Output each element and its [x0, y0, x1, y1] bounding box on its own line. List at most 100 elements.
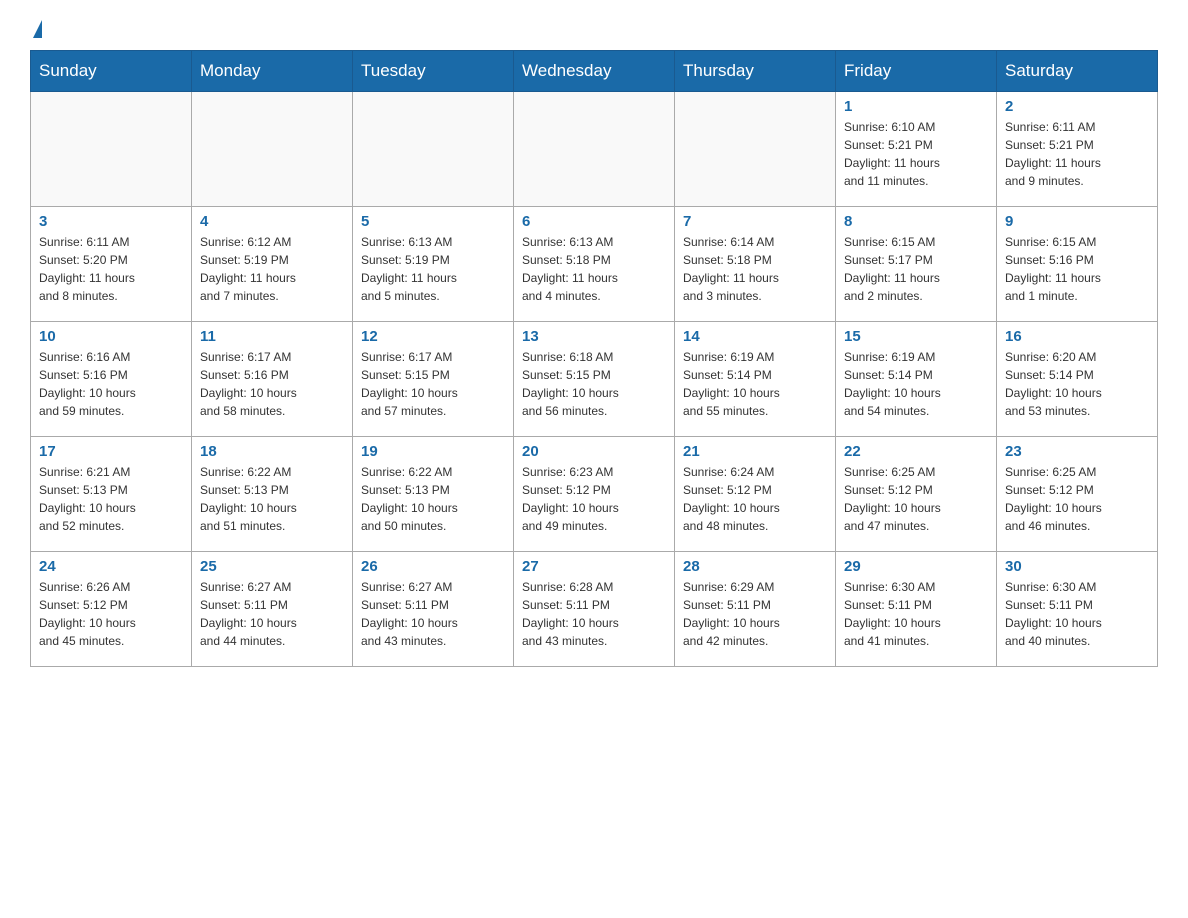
day-cell: 11 Sunrise: 6:17 AM Sunset: 5:16 PM Dayli… [192, 322, 353, 437]
day-number: 8 [844, 213, 988, 230]
day-cell: 6 Sunrise: 6:13 AM Sunset: 5:18 PM Daylig… [514, 207, 675, 322]
day-number: 19 [361, 443, 505, 460]
col-header-friday: Friday [836, 51, 997, 92]
day-cell: 24 Sunrise: 6:26 AM Sunset: 5:12 PM Dayli… [31, 552, 192, 667]
col-header-thursday: Thursday [675, 51, 836, 92]
day-info: Sunrise: 6:27 AM Sunset: 5:11 PM Dayligh… [361, 578, 505, 650]
day-number: 13 [522, 328, 666, 345]
day-cell: 14 Sunrise: 6:19 AM Sunset: 5:14 PM Dayli… [675, 322, 836, 437]
day-info: Sunrise: 6:18 AM Sunset: 5:15 PM Dayligh… [522, 348, 666, 420]
day-info: Sunrise: 6:17 AM Sunset: 5:16 PM Dayligh… [200, 348, 344, 420]
calendar-header-row: SundayMondayTuesdayWednesdayThursdayFrid… [31, 51, 1158, 92]
day-cell: 21 Sunrise: 6:24 AM Sunset: 5:12 PM Dayli… [675, 437, 836, 552]
day-cell: 30Sunrise: 6:30 AM Sunset: 5:11 PM Dayli… [997, 552, 1158, 667]
day-number: 1 [844, 98, 988, 115]
logo-triangle-icon [33, 20, 42, 38]
day-info: Sunrise: 6:28 AM Sunset: 5:11 PM Dayligh… [522, 578, 666, 650]
day-cell: 10 Sunrise: 6:16 AM Sunset: 5:16 PM Dayli… [31, 322, 192, 437]
day-info: Sunrise: 6:21 AM Sunset: 5:13 PM Dayligh… [39, 463, 183, 535]
day-cell: 2Sunrise: 6:11 AM Sunset: 5:21 PM Daylig… [997, 92, 1158, 207]
day-info: Sunrise: 6:25 AM Sunset: 5:12 PM Dayligh… [844, 463, 988, 535]
day-cell: 15Sunrise: 6:19 AM Sunset: 5:14 PM Dayli… [836, 322, 997, 437]
day-number: 20 [522, 443, 666, 460]
day-number: 11 [200, 328, 344, 345]
calendar-table: SundayMondayTuesdayWednesdayThursdayFrid… [30, 50, 1158, 667]
day-info: Sunrise: 6:25 AM Sunset: 5:12 PM Dayligh… [1005, 463, 1149, 535]
day-info: Sunrise: 6:23 AM Sunset: 5:12 PM Dayligh… [522, 463, 666, 535]
col-header-sunday: Sunday [31, 51, 192, 92]
day-cell [192, 92, 353, 207]
day-info: Sunrise: 6:22 AM Sunset: 5:13 PM Dayligh… [200, 463, 344, 535]
day-cell [31, 92, 192, 207]
day-number: 17 [39, 443, 183, 460]
day-number: 14 [683, 328, 827, 345]
week-row-2: 3Sunrise: 6:11 AM Sunset: 5:20 PM Daylig… [31, 207, 1158, 322]
day-info: Sunrise: 6:26 AM Sunset: 5:12 PM Dayligh… [39, 578, 183, 650]
day-number: 4 [200, 213, 344, 230]
day-info: Sunrise: 6:10 AM Sunset: 5:21 PM Dayligh… [844, 118, 988, 190]
day-cell: 22 Sunrise: 6:25 AM Sunset: 5:12 PM Dayli… [836, 437, 997, 552]
day-number: 26 [361, 558, 505, 575]
day-cell: 13 Sunrise: 6:18 AM Sunset: 5:15 PM Dayli… [514, 322, 675, 437]
day-cell: 7Sunrise: 6:14 AM Sunset: 5:18 PM Daylig… [675, 207, 836, 322]
day-number: 24 [39, 558, 183, 575]
day-cell [353, 92, 514, 207]
day-number: 28 [683, 558, 827, 575]
day-number: 30 [1005, 558, 1149, 575]
day-info: Sunrise: 6:13 AM Sunset: 5:18 PM Dayligh… [522, 233, 666, 305]
day-cell: 1 Sunrise: 6:10 AM Sunset: 5:21 PM Daylig… [836, 92, 997, 207]
day-cell: 12 Sunrise: 6:17 AM Sunset: 5:15 PM Dayli… [353, 322, 514, 437]
day-cell: 28 Sunrise: 6:29 AM Sunset: 5:11 PM Dayli… [675, 552, 836, 667]
day-number: 29 [844, 558, 988, 575]
day-info: Sunrise: 6:17 AM Sunset: 5:15 PM Dayligh… [361, 348, 505, 420]
day-info: Sunrise: 6:15 AM Sunset: 5:17 PM Dayligh… [844, 233, 988, 305]
day-info: Sunrise: 6:12 AM Sunset: 5:19 PM Dayligh… [200, 233, 344, 305]
day-cell: 26 Sunrise: 6:27 AM Sunset: 5:11 PM Dayli… [353, 552, 514, 667]
day-number: 2 [1005, 98, 1149, 115]
day-number: 25 [200, 558, 344, 575]
day-info: Sunrise: 6:24 AM Sunset: 5:12 PM Dayligh… [683, 463, 827, 535]
day-number: 23 [1005, 443, 1149, 460]
day-cell: 25 Sunrise: 6:27 AM Sunset: 5:11 PM Dayli… [192, 552, 353, 667]
day-number: 27 [522, 558, 666, 575]
day-number: 15 [844, 328, 988, 345]
week-row-1: 1 Sunrise: 6:10 AM Sunset: 5:21 PM Daylig… [31, 92, 1158, 207]
col-header-monday: Monday [192, 51, 353, 92]
day-info: Sunrise: 6:20 AM Sunset: 5:14 PM Dayligh… [1005, 348, 1149, 420]
day-cell: 17 Sunrise: 6:21 AM Sunset: 5:13 PM Dayli… [31, 437, 192, 552]
day-cell: 19Sunrise: 6:22 AM Sunset: 5:13 PM Dayli… [353, 437, 514, 552]
day-info: Sunrise: 6:30 AM Sunset: 5:11 PM Dayligh… [844, 578, 988, 650]
day-cell: 16 Sunrise: 6:20 AM Sunset: 5:14 PM Dayli… [997, 322, 1158, 437]
day-cell: 9Sunrise: 6:15 AM Sunset: 5:16 PM Daylig… [997, 207, 1158, 322]
week-row-4: 17 Sunrise: 6:21 AM Sunset: 5:13 PM Dayli… [31, 437, 1158, 552]
logo [30, 20, 43, 34]
day-number: 5 [361, 213, 505, 230]
day-number: 12 [361, 328, 505, 345]
day-number: 6 [522, 213, 666, 230]
day-number: 22 [844, 443, 988, 460]
day-cell: 5 Sunrise: 6:13 AM Sunset: 5:19 PM Daylig… [353, 207, 514, 322]
day-info: Sunrise: 6:19 AM Sunset: 5:14 PM Dayligh… [683, 348, 827, 420]
page-header [30, 20, 1158, 34]
day-info: Sunrise: 6:29 AM Sunset: 5:11 PM Dayligh… [683, 578, 827, 650]
week-row-3: 10 Sunrise: 6:16 AM Sunset: 5:16 PM Dayli… [31, 322, 1158, 437]
day-cell: 3Sunrise: 6:11 AM Sunset: 5:20 PM Daylig… [31, 207, 192, 322]
week-row-5: 24 Sunrise: 6:26 AM Sunset: 5:12 PM Dayli… [31, 552, 1158, 667]
day-number: 18 [200, 443, 344, 460]
day-cell: 8 Sunrise: 6:15 AM Sunset: 5:17 PM Daylig… [836, 207, 997, 322]
day-number: 16 [1005, 328, 1149, 345]
day-info: Sunrise: 6:14 AM Sunset: 5:18 PM Dayligh… [683, 233, 827, 305]
day-number: 3 [39, 213, 183, 230]
day-info: Sunrise: 6:16 AM Sunset: 5:16 PM Dayligh… [39, 348, 183, 420]
day-number: 10 [39, 328, 183, 345]
day-cell [675, 92, 836, 207]
day-info: Sunrise: 6:27 AM Sunset: 5:11 PM Dayligh… [200, 578, 344, 650]
day-cell: 23 Sunrise: 6:25 AM Sunset: 5:12 PM Dayli… [997, 437, 1158, 552]
col-header-wednesday: Wednesday [514, 51, 675, 92]
day-number: 21 [683, 443, 827, 460]
day-cell: 27 Sunrise: 6:28 AM Sunset: 5:11 PM Dayli… [514, 552, 675, 667]
day-number: 9 [1005, 213, 1149, 230]
col-header-tuesday: Tuesday [353, 51, 514, 92]
day-info: Sunrise: 6:13 AM Sunset: 5:19 PM Dayligh… [361, 233, 505, 305]
day-cell [514, 92, 675, 207]
